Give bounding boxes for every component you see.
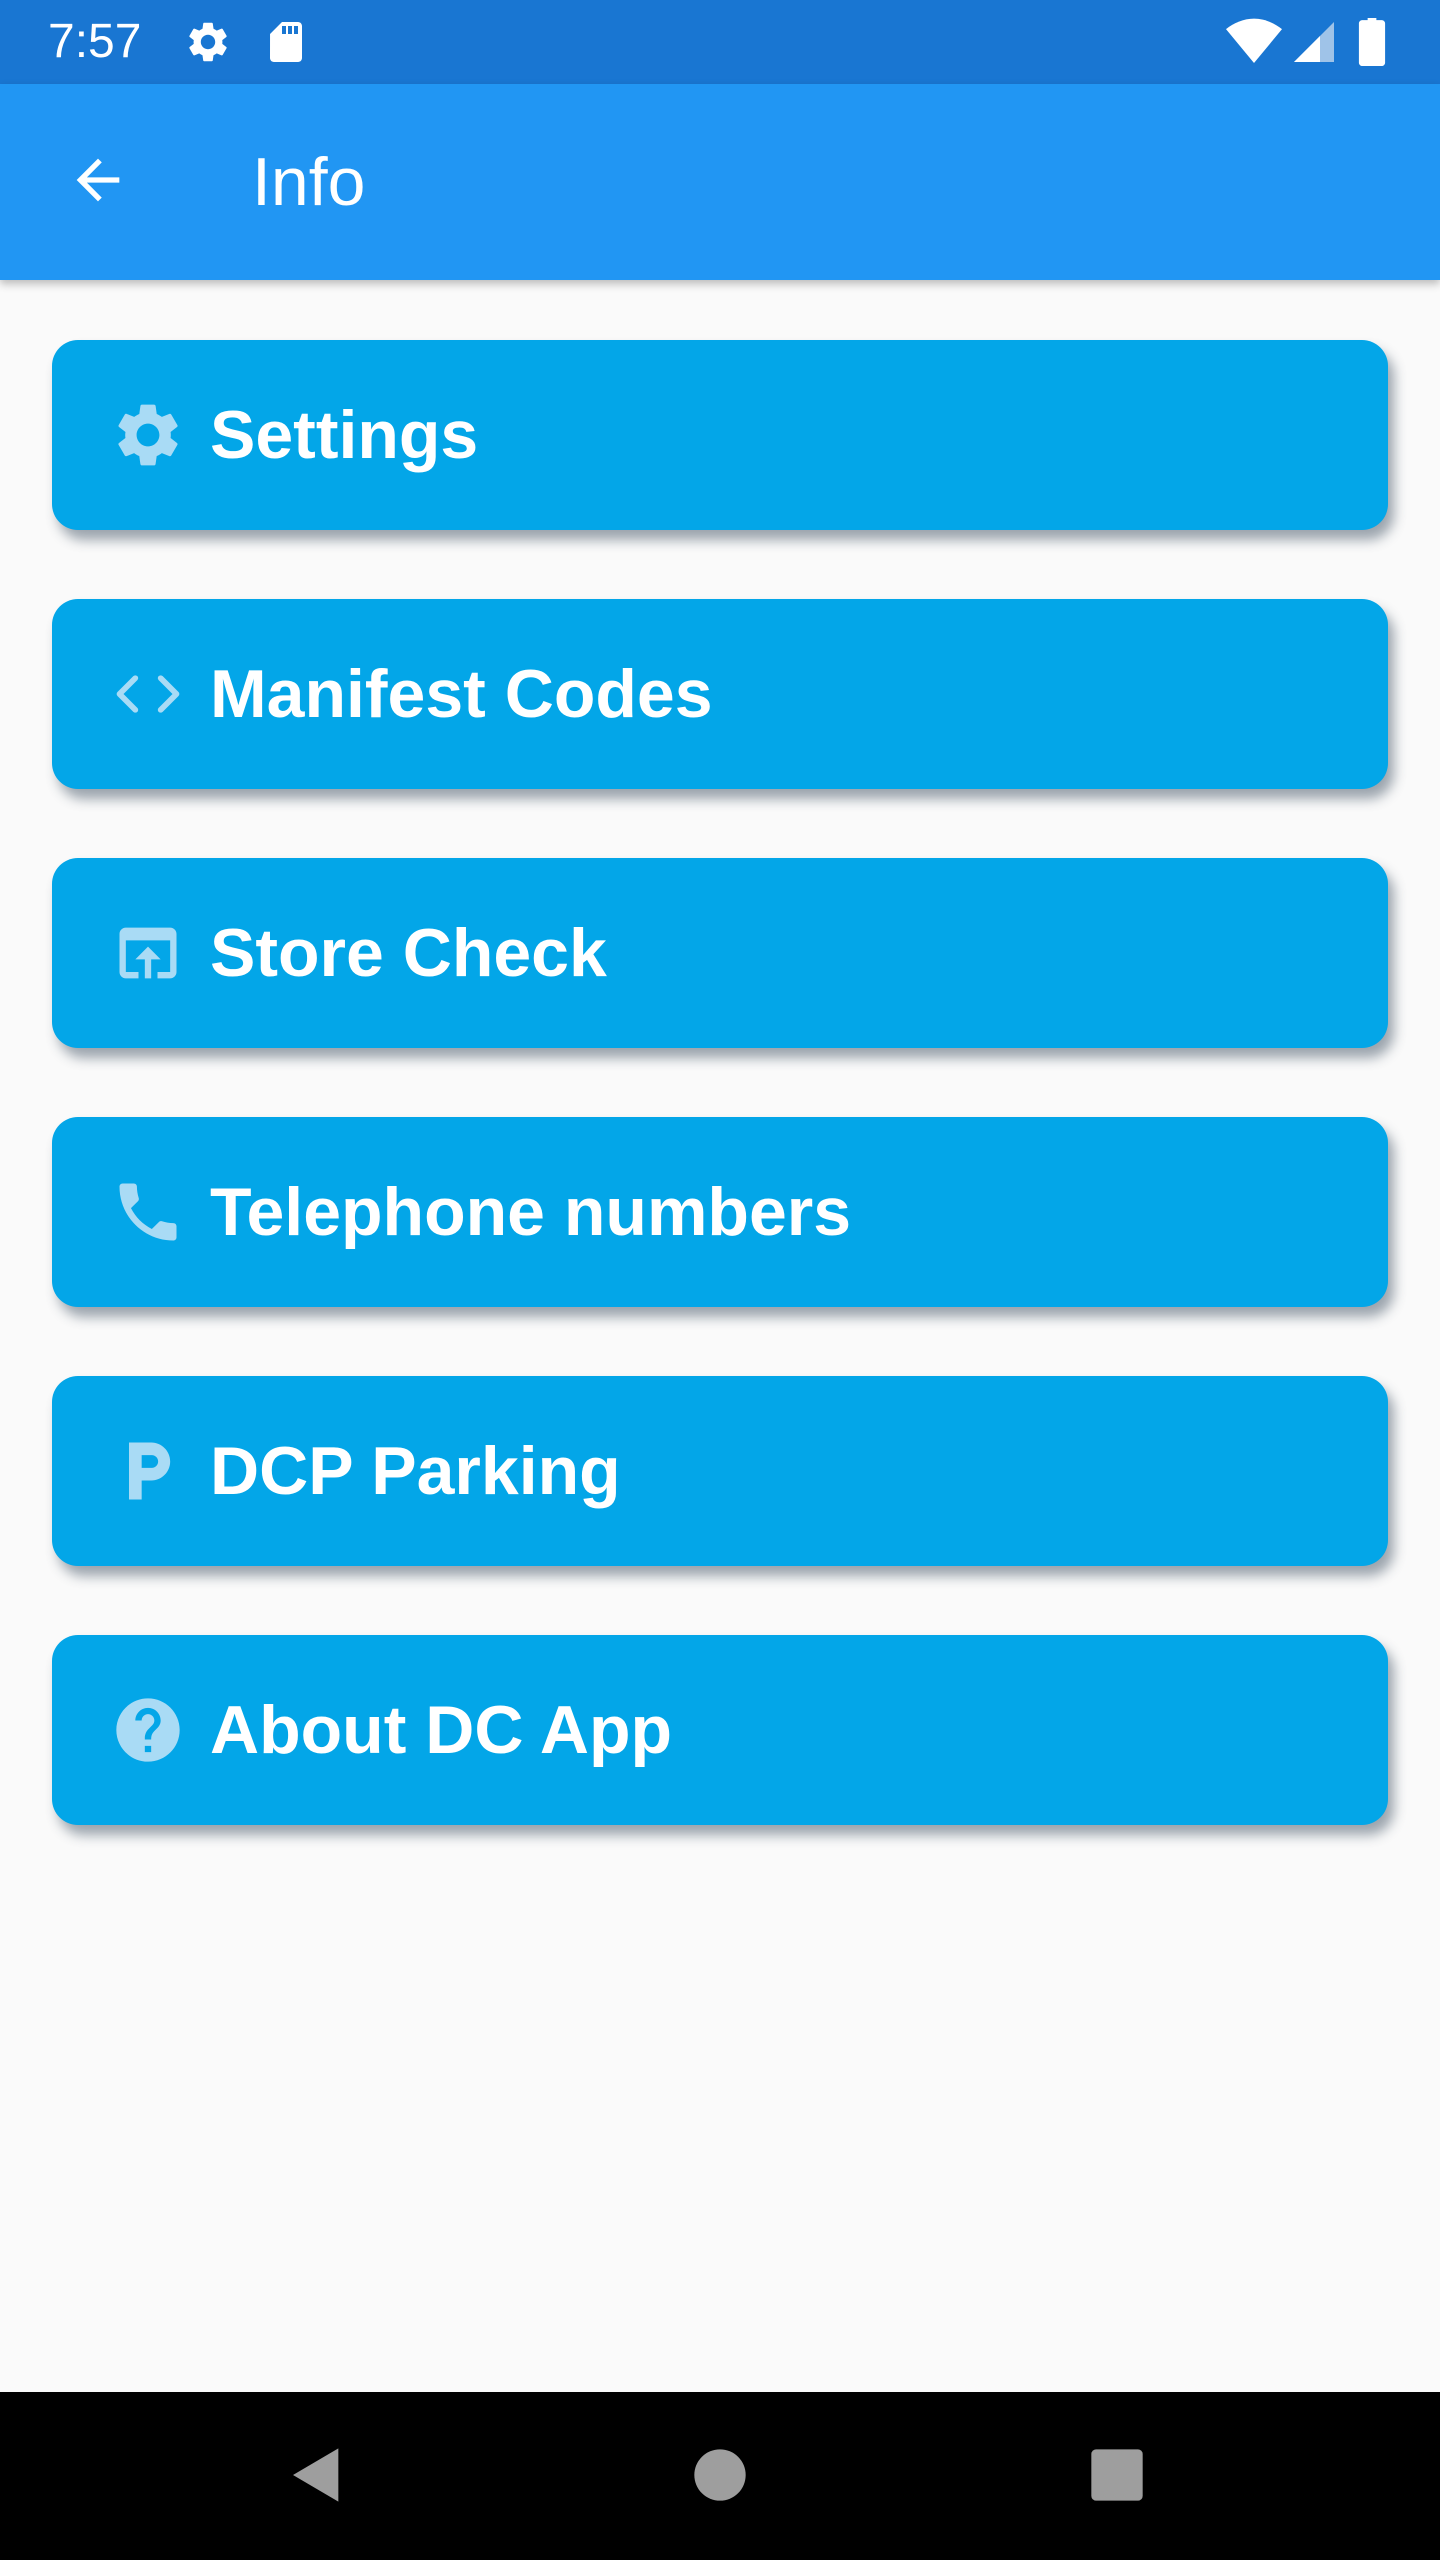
- app-bar: Info: [0, 84, 1440, 280]
- open-in-browser-icon: [108, 913, 188, 993]
- phone-icon: [108, 1172, 188, 1252]
- battery-icon: [1356, 18, 1388, 71]
- recents-square-icon: [1089, 2447, 1145, 2508]
- nav-back-button[interactable]: [272, 2432, 362, 2522]
- wifi-icon: [1226, 18, 1282, 71]
- about-dc-app-button[interactable]: About DC App: [52, 1635, 1388, 1825]
- menu-list: Settings Manifest Codes Store Check Tele…: [52, 340, 1388, 1894]
- manifest-codes-label: Manifest Codes: [210, 656, 713, 732]
- arrow-back-icon: [66, 148, 130, 217]
- back-triangle-icon: [285, 2443, 349, 2512]
- store-check-button[interactable]: Store Check: [52, 858, 1388, 1048]
- help-circle-icon: [108, 1690, 188, 1770]
- code-icon: [108, 654, 188, 734]
- gear-icon: [108, 395, 188, 475]
- status-bar: 7:57: [0, 0, 1440, 84]
- status-time: 7:57: [48, 15, 142, 68]
- dcp-parking-label: DCP Parking: [210, 1433, 621, 1509]
- sd-card-icon: [262, 18, 310, 71]
- store-check-label: Store Check: [210, 915, 607, 991]
- manifest-codes-button[interactable]: Manifest Codes: [52, 599, 1388, 789]
- signal-icon: [1290, 18, 1338, 71]
- gear-icon: [184, 18, 232, 71]
- about-dc-app-label: About DC App: [210, 1692, 673, 1768]
- telephone-numbers-button[interactable]: Telephone numbers: [52, 1117, 1388, 1307]
- telephone-numbers-label: Telephone numbers: [210, 1174, 852, 1250]
- parking-icon: [108, 1431, 188, 1511]
- navigation-bar: [0, 2392, 1440, 2560]
- page-title: Info: [252, 144, 366, 220]
- back-button[interactable]: [50, 142, 146, 222]
- home-circle-icon: [692, 2447, 748, 2508]
- settings-label: Settings: [210, 397, 479, 473]
- dcp-parking-button[interactable]: DCP Parking: [52, 1376, 1388, 1566]
- settings-button[interactable]: Settings: [52, 340, 1388, 530]
- nav-home-button[interactable]: [675, 2432, 765, 2522]
- nav-recents-button[interactable]: [1072, 2432, 1162, 2522]
